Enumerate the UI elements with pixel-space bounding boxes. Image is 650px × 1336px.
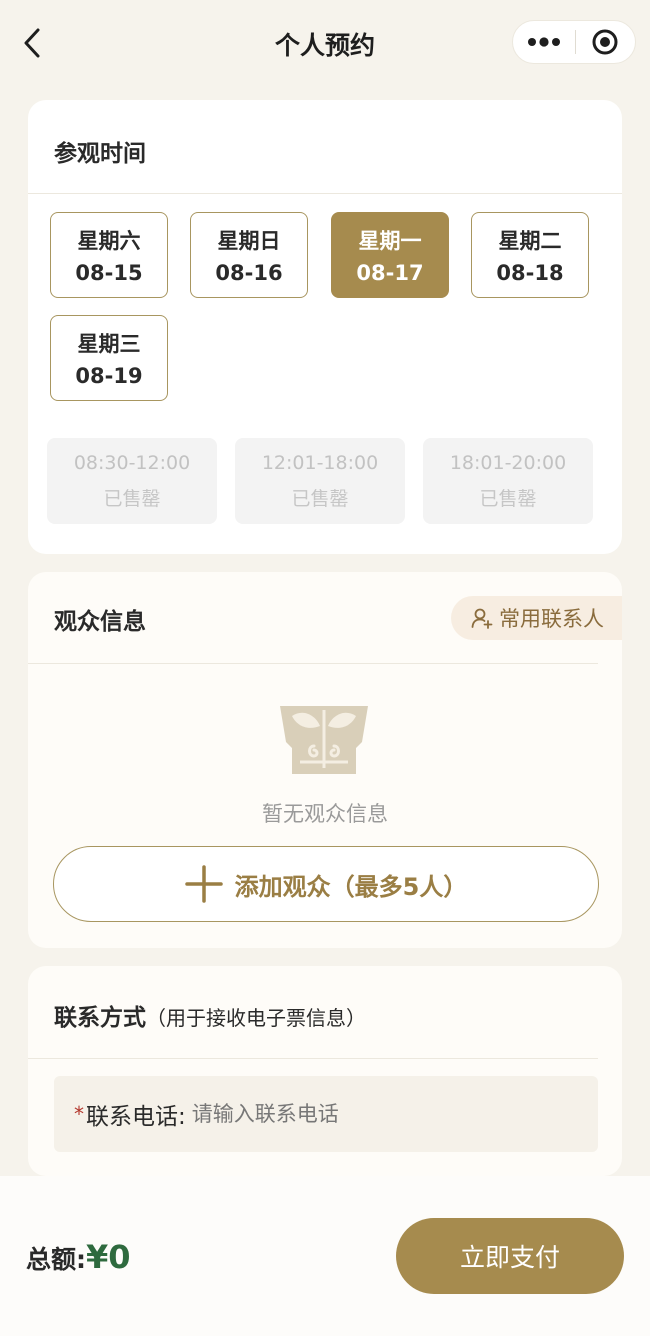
plus-icon [184, 865, 223, 903]
target-close-icon [592, 29, 618, 55]
phone-field-row: * 联系电话: [54, 1076, 598, 1152]
date-option-0817-selected[interactable]: 星期一 08-17 [331, 212, 449, 298]
audience-card: 观众信息 常用联系人 暂无观众信息 添加观众（最多5人） [28, 572, 622, 948]
total-label: 总额: [26, 1245, 86, 1274]
nav-bar: 个人预约 [0, 0, 650, 86]
visit-time-card: 参观时间 星期六 08-15 星期日 08-16 星期一 08-17 星期二 0… [28, 100, 622, 554]
divider [28, 663, 598, 664]
mini-program-capsule [512, 20, 636, 64]
add-audience-label: 添加观众（最多5人） [234, 872, 468, 901]
divider [28, 193, 622, 194]
date-option-0816[interactable]: 星期日 08-16 [190, 212, 308, 298]
date-weekday: 星期六 [77, 229, 141, 253]
date-weekday: 星期三 [77, 332, 141, 356]
slot-time: 12:01-18:00 [261, 452, 379, 474]
add-user-icon [471, 608, 493, 629]
date-value: 08-15 [75, 261, 143, 285]
phone-input[interactable] [191, 1102, 552, 1126]
date-value: 08-16 [215, 261, 283, 285]
time-slot-afternoon[interactable]: 12:01-18:00 已售罄 [235, 438, 405, 524]
contact-title-text: 联系方式 [54, 1005, 146, 1031]
total-value: ¥0 [86, 1238, 131, 1276]
contact-card: 联系方式（用于接收电子票信息） * 联系电话: [28, 966, 622, 1176]
date-value: 08-17 [356, 261, 424, 285]
date-weekday: 星期日 [217, 229, 281, 253]
time-slot-evening[interactable]: 18:01-20:00 已售罄 [423, 438, 593, 524]
slot-status: 已售罄 [479, 488, 537, 510]
bronze-mask-icon [280, 706, 368, 774]
checkout-bar: 总额: ¥0 立即支付 [0, 1176, 650, 1336]
reservation-page: 个人预约 参观时间 星期六 08-15 星期日 08-16 星期一 08-17 … [0, 0, 650, 1336]
slot-status: 已售罄 [103, 488, 161, 510]
more-dots-icon [527, 37, 560, 47]
total-amount: 总额: ¥0 [26, 1238, 131, 1276]
time-slot-morning[interactable]: 08:30-12:00 已售罄 [47, 438, 217, 524]
date-option-0815[interactable]: 星期六 08-15 [50, 212, 168, 298]
empty-state-text: 暂无观众信息 [262, 802, 388, 826]
close-button[interactable] [575, 20, 635, 64]
divider [28, 1058, 598, 1059]
add-audience-button[interactable]: 添加观众（最多5人） [53, 846, 599, 922]
audience-title: 观众信息 [54, 609, 146, 635]
contact-title-note: （用于接收电子票信息） [146, 1006, 366, 1030]
date-value: 08-18 [496, 261, 564, 285]
date-value: 08-19 [75, 364, 143, 388]
date-option-0819[interactable]: 星期三 08-19 [50, 315, 168, 401]
frequent-contacts-label: 常用联系人 [499, 607, 604, 631]
date-weekday: 星期二 [498, 229, 562, 253]
contact-title: 联系方式（用于接收电子票信息） [54, 998, 366, 1032]
date-option-0818[interactable]: 星期二 08-18 [471, 212, 589, 298]
date-weekday: 星期一 [358, 229, 422, 253]
required-mark: * [74, 1102, 84, 1126]
visit-time-title: 参观时间 [54, 141, 146, 167]
pay-now-button[interactable]: 立即支付 [396, 1218, 624, 1294]
more-button[interactable] [513, 20, 575, 64]
slot-time: 08:30-12:00 [73, 452, 191, 474]
phone-label: 联系电话: [86, 1104, 186, 1130]
frequent-contacts-button[interactable]: 常用联系人 [451, 596, 622, 640]
slot-time: 18:01-20:00 [449, 452, 567, 474]
slot-status: 已售罄 [291, 488, 349, 510]
